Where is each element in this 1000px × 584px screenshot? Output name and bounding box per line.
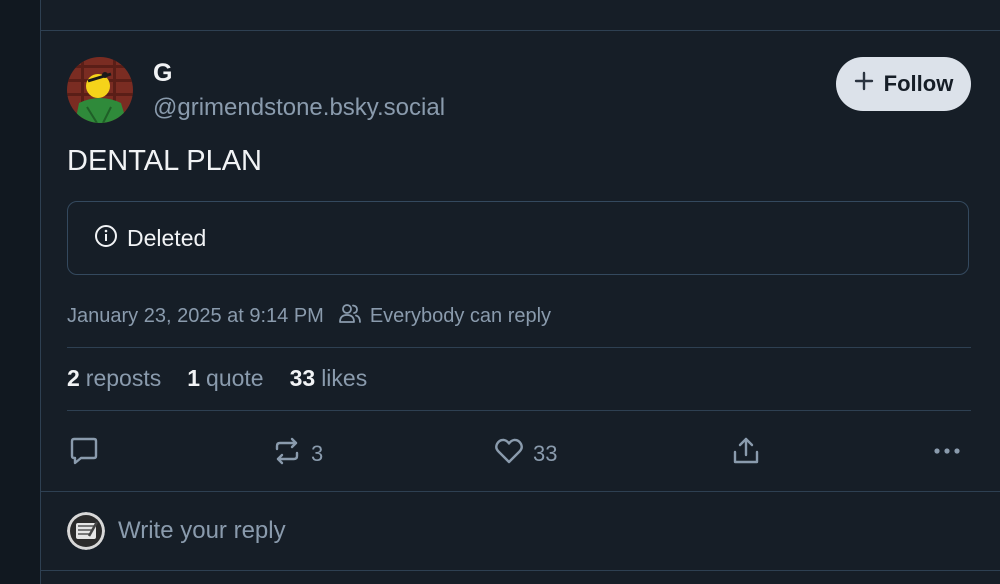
reposts-label: reposts [85,365,162,391]
follow-button[interactable]: Follow [836,57,971,111]
post-text: DENTAL PLAN [67,145,262,177]
likes-label: likes [321,365,368,391]
deleted-label: Deleted [127,224,207,251]
more-options-button[interactable] [931,435,963,473]
divider [67,410,971,411]
reply-input[interactable]: Write your reply [118,517,286,545]
reposts-count: 2 [67,365,80,391]
share-icon [730,435,762,473]
author-handle[interactable]: @grimendstone.bsky.social [153,94,445,122]
deleted-embed: Deleted [67,201,969,275]
info-icon [94,224,118,253]
reply-composer[interactable]: Write your reply [41,492,1000,584]
quotes-count: 1 [187,365,201,391]
quotes-stat[interactable]: 1 quote [187,365,263,392]
reply-setting[interactable]: Everybody can reply [338,302,551,330]
repost-count: 3 [311,441,324,466]
post-thread-item: G @grimendstone.bsky.social Follow DENTA… [41,31,1000,491]
like-button[interactable]: 33 [493,435,557,473]
people-icon [338,302,362,330]
heart-icon [493,435,525,473]
post-meta: January 23, 2025 at 9:14 PM Everybody ca… [67,302,551,330]
author-display-name[interactable]: G [153,59,172,88]
reply-setting-label: Everybody can reply [369,304,552,327]
reposts-stat[interactable]: 2 reposts [67,365,161,392]
ellipsis-icon [931,435,963,473]
post-actions: 3 33 [41,431,1000,471]
author-avatar[interactable] [67,57,133,123]
likes-count: 33 [289,365,316,391]
like-count: 33 [533,441,558,466]
user-avatar [67,512,105,550]
share-button[interactable] [730,435,762,473]
previous-post-edge [41,0,1000,31]
repost-arrows-icon [271,435,303,473]
post-timestamp[interactable]: January 23, 2025 at 9:14 PM [67,305,324,328]
divider [41,570,1000,571]
post-stats: 2 reposts 1 quote 33 likes [67,365,367,392]
plus-icon [854,71,874,97]
divider [67,347,971,348]
quotes-label: quote [206,365,264,391]
speech-bubble-icon [68,435,100,473]
follow-button-label: Follow [883,71,954,96]
reply-button[interactable] [68,435,100,473]
left-rail [0,0,41,584]
repost-button[interactable]: 3 [271,435,323,473]
likes-stat[interactable]: 33 likes [290,365,368,392]
